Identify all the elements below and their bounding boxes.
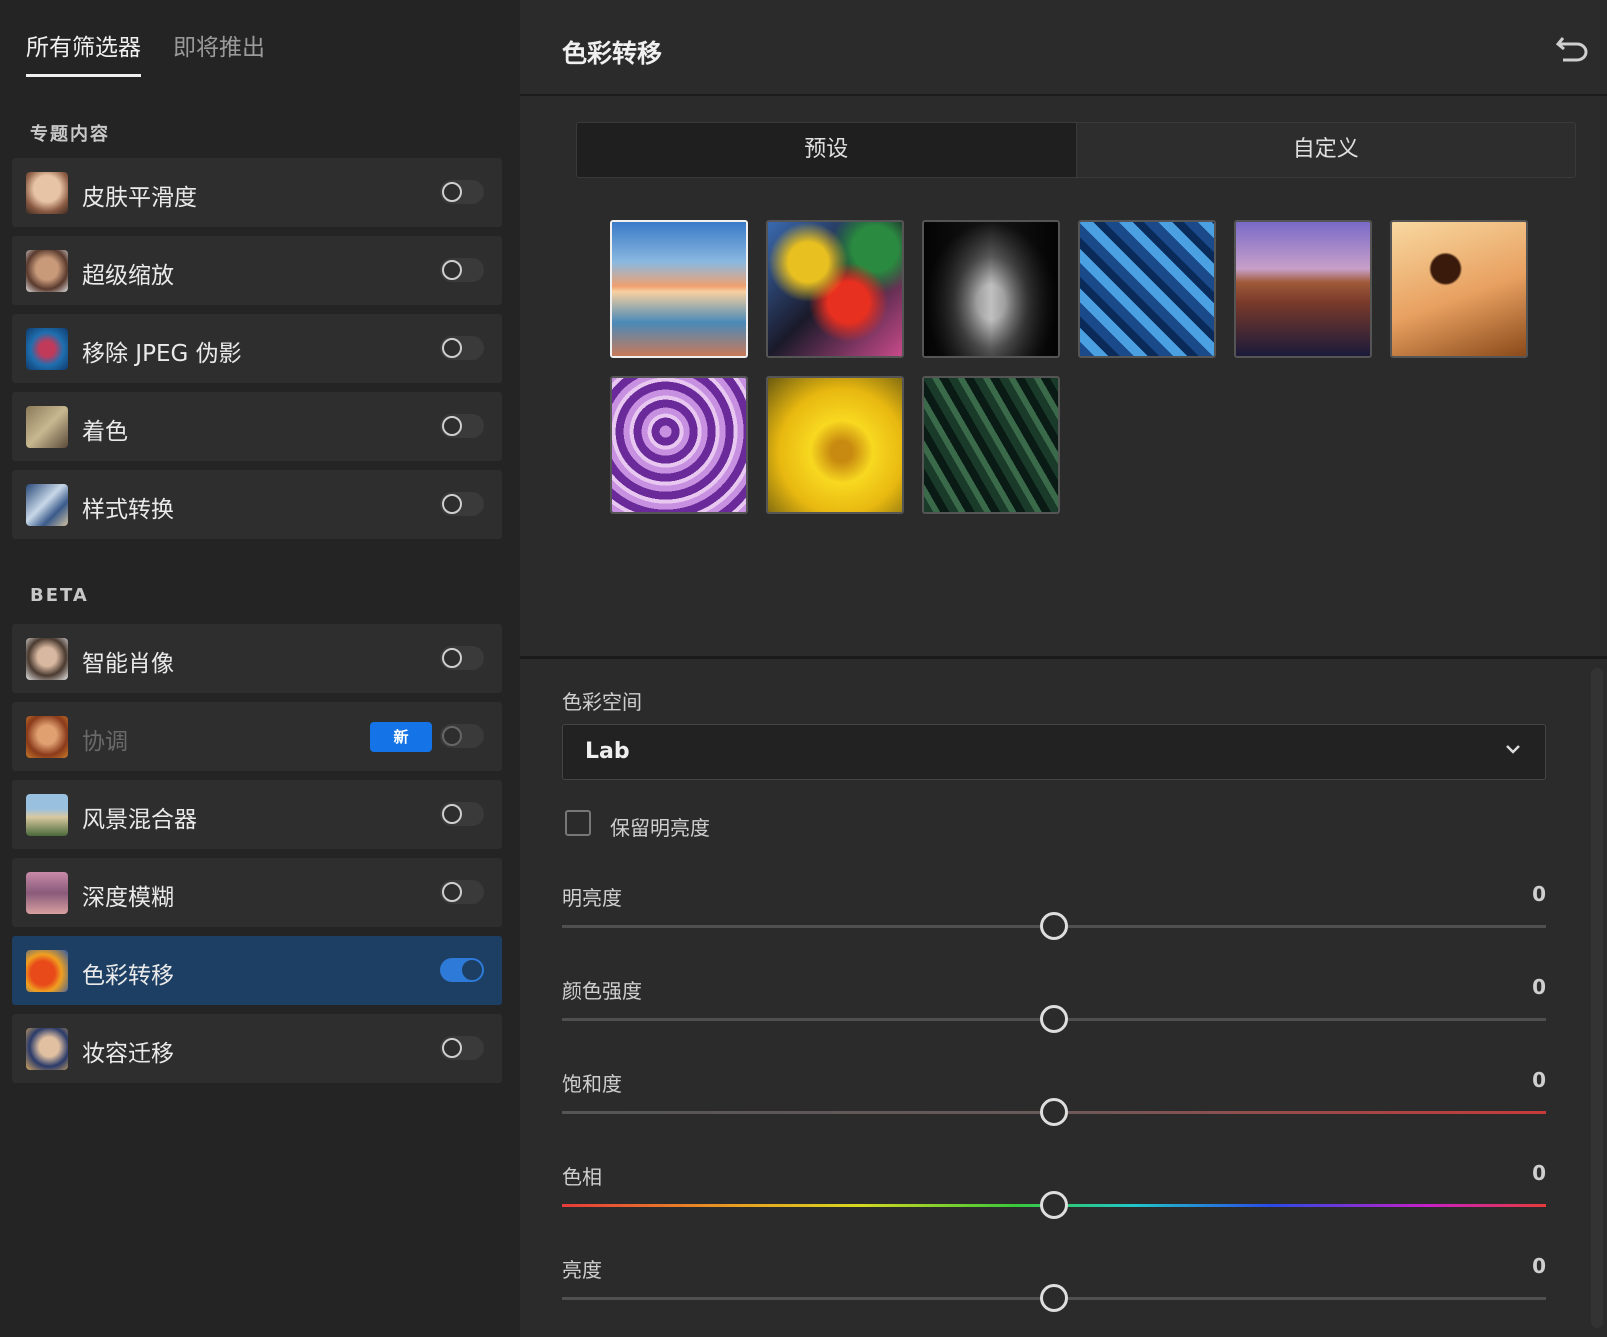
jpeg-artifact-thumbnail [26, 328, 68, 370]
preset-yellow-flower[interactable] [766, 376, 904, 514]
filter-smart-portrait[interactable]: 智能肖像 [12, 624, 502, 693]
color-space-label: 色彩空间 [562, 690, 642, 714]
tab-presets[interactable]: 预设 [577, 123, 1076, 177]
filter-name: 协调 [82, 729, 128, 755]
filter-toggle[interactable] [440, 724, 484, 748]
style-transfer-thumbnail [26, 484, 68, 526]
filter-toggle[interactable] [440, 336, 484, 360]
smart-portrait-thumbnail [26, 638, 68, 680]
harmonize-thumbnail [26, 716, 68, 758]
landscape-mixer-thumbnail [26, 794, 68, 836]
color-transfer-thumbnail [26, 950, 68, 992]
filter-toggle[interactable] [440, 1036, 484, 1060]
filter-color-transfer[interactable]: 色彩转移 [12, 936, 502, 1005]
preset-purple-flowers[interactable] [610, 376, 748, 514]
filter-name: 深度模糊 [82, 885, 174, 911]
preserve-luminance-checkbox[interactable] [565, 810, 591, 836]
preset-green-leaves[interactable] [922, 376, 1060, 514]
beta-filter-list: 智能肖像 协调 新 风景混合器 深度模糊 色彩转移 妆容迁移 [12, 624, 502, 1092]
filter-super-zoom[interactable]: 超级缩放 [12, 236, 502, 305]
filter-name: 色彩转移 [82, 963, 174, 989]
featured-section-title: 专题内容 [30, 124, 110, 145]
settings-scrollbar[interactable] [1591, 668, 1603, 1328]
filter-name: 样式转换 [82, 497, 174, 523]
filter-name: 风景混合器 [82, 807, 197, 833]
makeup-transfer-thumbnail [26, 1028, 68, 1070]
filter-toggle[interactable] [440, 958, 484, 982]
filter-toggle[interactable] [440, 180, 484, 204]
filter-toggle[interactable] [440, 802, 484, 826]
tab-all-filters[interactable]: 所有筛选器 [26, 28, 141, 77]
section-divider [520, 656, 1607, 659]
filter-jpeg-artifact-removal[interactable]: 移除 JPEG 伪影 [12, 314, 502, 383]
slider-label: 色相 [562, 1165, 602, 1189]
chevron-down-icon [1506, 745, 1520, 754]
filter-tabs: 所有筛选器 即将推出 [26, 28, 265, 77]
filter-toggle[interactable] [440, 646, 484, 670]
color-space-select[interactable]: Lab [562, 724, 1546, 780]
slider-label: 颜色强度 [562, 979, 642, 1003]
slider-color-intensity: 颜色强度 0 [562, 975, 1546, 1055]
slider-label: 饱和度 [562, 1072, 622, 1096]
slider-luminance: 明亮度 0 [562, 882, 1546, 962]
filter-toggle[interactable] [440, 414, 484, 438]
tab-custom[interactable]: 自定义 [1075, 123, 1575, 177]
filter-colorize[interactable]: 着色 [12, 392, 502, 461]
filter-harmonize[interactable]: 协调 新 [12, 702, 502, 771]
new-badge: 新 [370, 722, 432, 752]
preset-desert-road[interactable] [1234, 220, 1372, 358]
slider-value: 0 [1532, 1254, 1546, 1278]
slider-value: 0 [1532, 1068, 1546, 1092]
preset-abstract-colors[interactable] [766, 220, 904, 358]
page-title: 色彩转移 [562, 39, 663, 68]
filter-skin-smoothing[interactable]: 皮肤平滑度 [12, 158, 502, 227]
preset-custom-toggle: 预设 自定义 [576, 122, 1576, 178]
slider-value: 0 [1532, 882, 1546, 906]
preserve-luminance-label: 保留明亮度 [610, 816, 710, 840]
slider-label: 明亮度 [562, 886, 622, 910]
preset-cathedral-bw[interactable] [922, 220, 1060, 358]
depth-blur-thumbnail [26, 872, 68, 914]
slider-hue: 色相 0 [562, 1161, 1546, 1241]
filter-name: 皮肤平滑度 [82, 185, 197, 211]
skin-smoothing-thumbnail [26, 172, 68, 214]
slider-handle[interactable] [1040, 1098, 1068, 1126]
tab-coming-soon[interactable]: 即将推出 [173, 28, 265, 77]
featured-filter-list: 皮肤平滑度 超级缩放 移除 JPEG 伪影 着色 样式转换 [12, 158, 502, 548]
slider-brightness: 亮度 0 [562, 1254, 1546, 1334]
filter-landscape-mixer[interactable]: 风景混合器 [12, 780, 502, 849]
slider-handle[interactable] [1040, 1191, 1068, 1219]
filter-toggle[interactable] [440, 880, 484, 904]
slider-value: 0 [1532, 1161, 1546, 1185]
filter-settings-panel: 色彩转移 预设 自定义 色彩空间 Lab 保留明亮度 明亮度 0 颜色强度 0 … [520, 0, 1607, 1337]
filter-name: 妆容迁移 [82, 1041, 174, 1067]
filter-name: 智能肖像 [82, 651, 174, 677]
colorize-thumbnail [26, 406, 68, 448]
filter-name: 超级缩放 [82, 263, 174, 289]
undo-icon[interactable] [1555, 32, 1591, 64]
filter-style-transfer[interactable]: 样式转换 [12, 470, 502, 539]
slider-handle[interactable] [1040, 1284, 1068, 1312]
panel-header: 色彩转移 [520, 0, 1607, 96]
preset-skateboarder[interactable] [1390, 220, 1528, 358]
preset-sunset-sea[interactable] [610, 220, 748, 358]
preset-blue-feathers[interactable] [1078, 220, 1216, 358]
filters-sidebar: 所有筛选器 即将推出 专题内容 皮肤平滑度 超级缩放 移除 JPEG 伪影 着色… [0, 0, 520, 1337]
filter-makeup-transfer[interactable]: 妆容迁移 [12, 1014, 502, 1083]
super-zoom-thumbnail [26, 250, 68, 292]
slider-value: 0 [1532, 975, 1546, 999]
beta-section-title: BETA [30, 585, 89, 606]
filter-toggle[interactable] [440, 492, 484, 516]
color-space-value: Lab [585, 739, 630, 764]
filter-depth-blur[interactable]: 深度模糊 [12, 858, 502, 927]
slider-handle[interactable] [1040, 912, 1068, 940]
filter-name: 移除 JPEG 伪影 [82, 341, 242, 367]
filter-name: 着色 [82, 419, 128, 445]
preset-grid [610, 220, 1540, 514]
filter-toggle[interactable] [440, 258, 484, 282]
slider-saturation: 饱和度 0 [562, 1068, 1546, 1148]
slider-handle[interactable] [1040, 1005, 1068, 1033]
slider-label: 亮度 [562, 1258, 602, 1282]
